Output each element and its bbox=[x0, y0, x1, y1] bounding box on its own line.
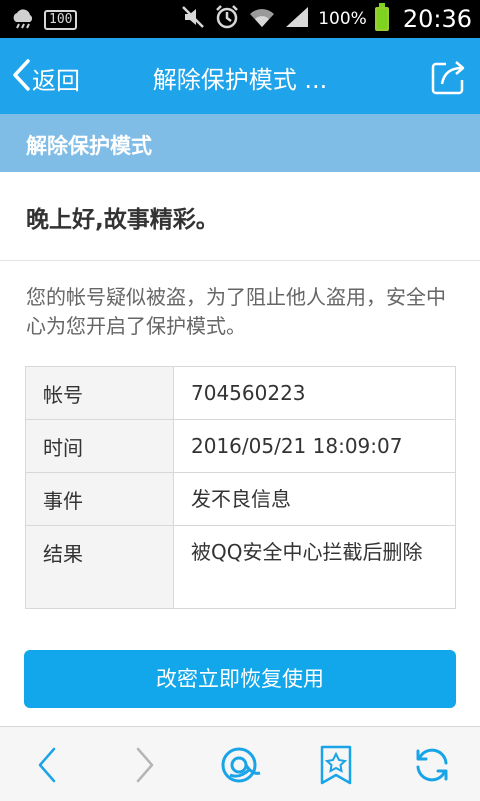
cloud-icon bbox=[10, 7, 36, 33]
share-button[interactable] bbox=[430, 58, 468, 96]
signal-icon bbox=[284, 5, 310, 33]
status-right: 100% 20:36 bbox=[180, 0, 472, 38]
battery-icon bbox=[374, 3, 389, 31]
alarm-icon bbox=[214, 4, 240, 34]
notification-badge: 100 bbox=[44, 10, 78, 30]
forward-arrow-icon bbox=[136, 747, 154, 783]
change-password-button[interactable]: 改密立即恢复使用 bbox=[24, 650, 456, 708]
share-icon bbox=[431, 61, 465, 95]
row-key: 事件 bbox=[25, 472, 174, 526]
row-value: 704560223 bbox=[173, 366, 456, 420]
section-title: 解除保护模式 bbox=[26, 134, 152, 158]
row-value: 被QQ安全中心拦截后删除 bbox=[173, 525, 456, 609]
bookmark-icon bbox=[320, 745, 352, 785]
status-bar: 100 100% 20:36 bbox=[0, 0, 480, 38]
bookmark-button[interactable] bbox=[312, 741, 360, 789]
row-key: 帐号 bbox=[25, 366, 174, 420]
page-title: 解除保护模式 ... bbox=[152, 66, 328, 94]
qq-browser-icon bbox=[221, 747, 261, 783]
back-label: 返回 bbox=[32, 66, 80, 95]
table-row: 时间 2016/05/21 18:09:07 bbox=[25, 419, 456, 473]
table-row: 结果 被QQ安全中心拦截后删除 bbox=[25, 525, 456, 609]
refresh-icon bbox=[416, 748, 448, 782]
refresh-button[interactable] bbox=[408, 741, 456, 789]
status-left: 100 bbox=[10, 7, 78, 33]
chevron-left-icon bbox=[10, 58, 32, 98]
table-row: 帐号 704560223 bbox=[25, 366, 456, 420]
forward-arrow-button[interactable] bbox=[120, 741, 168, 789]
clock: 20:36 bbox=[402, 5, 472, 33]
back-arrow-button[interactable] bbox=[24, 741, 72, 789]
table-row: 事件 发不良信息 bbox=[25, 472, 456, 526]
title-bar: 返回 解除保护模式 ... bbox=[0, 38, 480, 114]
row-value: 发不良信息 bbox=[173, 472, 456, 526]
battery-percent: 100% bbox=[318, 9, 367, 29]
row-key: 时间 bbox=[25, 419, 174, 473]
mute-icon bbox=[180, 4, 206, 34]
qq-browser-button[interactable] bbox=[216, 741, 264, 789]
info-table: 帐号 704560223 时间 2016/05/21 18:09:07 事件 发… bbox=[25, 366, 456, 609]
back-button[interactable]: 返回 bbox=[10, 58, 80, 98]
row-value: 2016/05/21 18:09:07 bbox=[173, 419, 456, 473]
greeting-text: 晚上好,故事精彩。 bbox=[26, 207, 219, 233]
back-arrow-icon bbox=[38, 747, 56, 783]
bottom-toolbar bbox=[0, 726, 480, 801]
divider bbox=[0, 260, 480, 261]
section-header: 解除保护模式 bbox=[0, 114, 480, 172]
row-key: 结果 bbox=[25, 525, 174, 609]
notice-text: 您的帐号疑似被盗，为了阻止他人盗用，安全中心为您开启了保护模式。 bbox=[26, 285, 446, 338]
wifi-icon bbox=[248, 5, 276, 33]
